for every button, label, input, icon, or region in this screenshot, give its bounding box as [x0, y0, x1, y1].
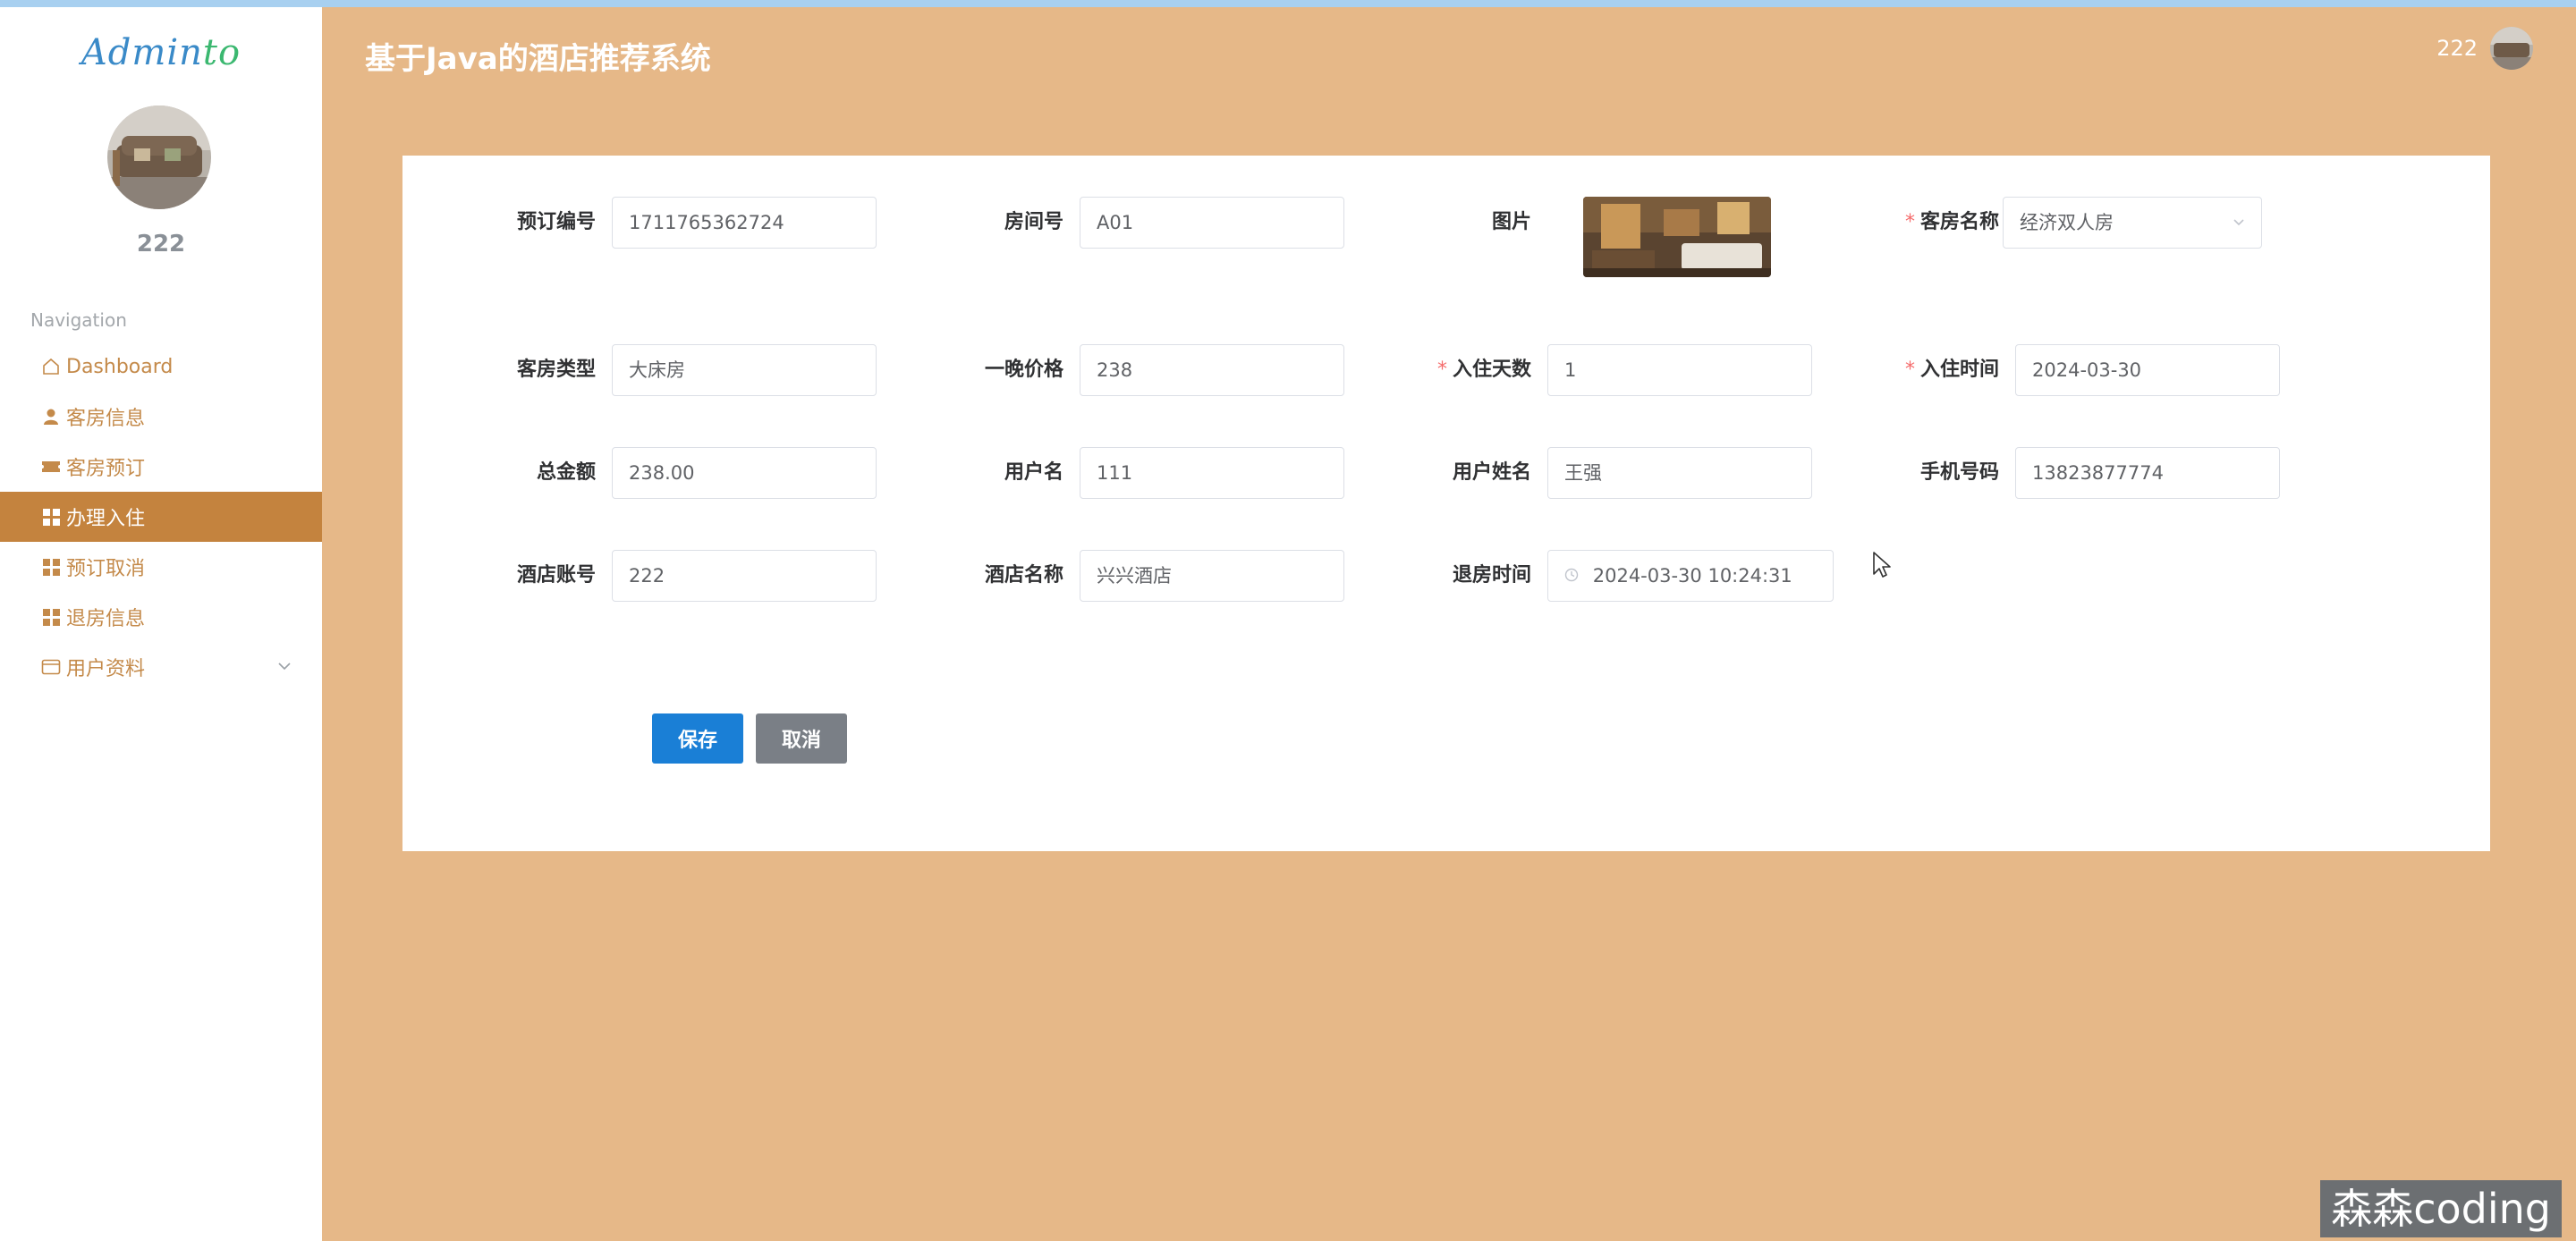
sidebar-item-label: Dashboard — [66, 355, 174, 378]
sidebar-item-booking-cancel[interactable]: 预订取消 — [0, 542, 322, 592]
total-amount-label: 总金额 — [536, 461, 596, 484]
checkin-form-card: 预订编号 1711765362724 房间号 A01 图片 * 客房名称 经济双人… — [402, 156, 2490, 851]
sidebar-username: 222 — [136, 231, 186, 257]
header-avatar[interactable] — [2490, 27, 2533, 70]
hotel-name-label: 酒店名称 — [984, 564, 1063, 587]
sidebar-item-label: 客房预订 — [66, 458, 146, 480]
sidebar-item-label: 用户资料 — [66, 658, 146, 680]
stay-days-input[interactable]: 1 — [1547, 344, 1812, 396]
sidebar: Adminto 222 Navigation Dashboard 客房信息 客房… — [0, 7, 322, 1241]
sidebar-item-label: 退房信息 — [66, 608, 146, 630]
user-icon — [41, 407, 61, 426]
checkin-time-label: * 入住时间 — [1904, 359, 1999, 381]
checkout-time-label: 退房时间 — [1452, 564, 1531, 587]
booking-no-input[interactable]: 1711765362724 — [612, 197, 877, 249]
header-username[interactable]: 222 — [2436, 36, 2478, 61]
cancel-button[interactable]: 取消 — [756, 713, 847, 764]
username-input[interactable]: 111 — [1080, 447, 1344, 499]
image-label: 图片 — [1491, 211, 1531, 233]
hotel-account-input[interactable]: 222 — [612, 550, 877, 602]
chevron-down-icon — [2233, 198, 2245, 248]
card-icon — [41, 657, 61, 677]
required-asterisk: * — [1904, 359, 1915, 381]
grid-icon — [41, 557, 61, 577]
page-title: 基于Java的酒店推荐系统 — [365, 41, 711, 77]
checkin-time-input[interactable]: 2024-03-30 — [2015, 344, 2280, 396]
sidebar-item-label: 办理入住 — [66, 508, 146, 530]
checkout-time-picker[interactable]: 2024-03-30 10:24:31 — [1547, 550, 1834, 602]
room-name-label: * 客房名称 — [1904, 211, 1999, 233]
ticket-icon — [41, 457, 61, 477]
night-price-label: 一晚价格 — [984, 359, 1063, 381]
grid-icon — [41, 607, 61, 627]
sidebar-item-room-booking[interactable]: 客房预订 — [0, 442, 322, 492]
main-area: 基于Java的酒店推荐系统 222 预订编号 1711765362724 房间号… — [322, 7, 2576, 1241]
username-label: 用户名 — [1004, 461, 1063, 484]
room-type-label: 客房类型 — [516, 359, 596, 381]
user-realname-label: 用户姓名 — [1452, 461, 1531, 484]
user-realname-input[interactable]: 王强 — [1547, 447, 1812, 499]
nav-section-title: Navigation — [30, 309, 127, 331]
phone-label: 手机号码 — [1919, 461, 1999, 484]
app-logo[interactable]: Adminto — [0, 32, 322, 73]
phone-input[interactable]: 13823877774 — [2015, 447, 2280, 499]
mouse-cursor-icon — [1872, 551, 1894, 579]
clock-icon — [1564, 568, 1584, 587]
grid-icon — [41, 507, 61, 527]
room-image[interactable] — [1583, 197, 1771, 277]
booking-no-label: 预订编号 — [516, 211, 596, 233]
sidebar-item-user-profile[interactable]: 用户资料 — [0, 642, 322, 692]
stay-days-label: * 入住天数 — [1436, 359, 1531, 381]
room-no-label: 房间号 — [1004, 211, 1063, 233]
total-amount-input[interactable]: 238.00 — [612, 447, 877, 499]
hotel-name-input[interactable]: 兴兴酒店 — [1080, 550, 1344, 602]
required-asterisk: * — [1904, 211, 1915, 233]
sidebar-item-dashboard[interactable]: Dashboard — [0, 342, 322, 392]
sidebar-item-checkout-info[interactable]: 退房信息 — [0, 592, 322, 642]
sidebar-item-label: 客房信息 — [66, 408, 146, 430]
top-accent-bar — [0, 0, 2576, 7]
sidebar-item-label: 预订取消 — [66, 558, 146, 580]
watermark: 森森coding — [2320, 1180, 2562, 1237]
sidebar-avatar[interactable] — [107, 106, 211, 209]
sidebar-nav: Dashboard 客房信息 客房预订 办理入住 预订取消 退房信息 用户资料 — [0, 342, 322, 692]
sidebar-item-room-info[interactable]: 客房信息 — [0, 392, 322, 442]
room-no-input[interactable]: A01 — [1080, 197, 1344, 249]
room-name-select[interactable]: 经济双人房 — [2003, 197, 2262, 249]
hotel-account-label: 酒店账号 — [516, 564, 596, 587]
night-price-input[interactable]: 238 — [1080, 344, 1344, 396]
home-icon — [41, 357, 61, 376]
room-type-input[interactable]: 大床房 — [612, 344, 877, 396]
sidebar-item-checkin[interactable]: 办理入住 — [0, 492, 322, 542]
chevron-down-icon — [277, 656, 292, 675]
save-button[interactable]: 保存 — [652, 713, 743, 764]
required-asterisk: * — [1436, 359, 1447, 381]
